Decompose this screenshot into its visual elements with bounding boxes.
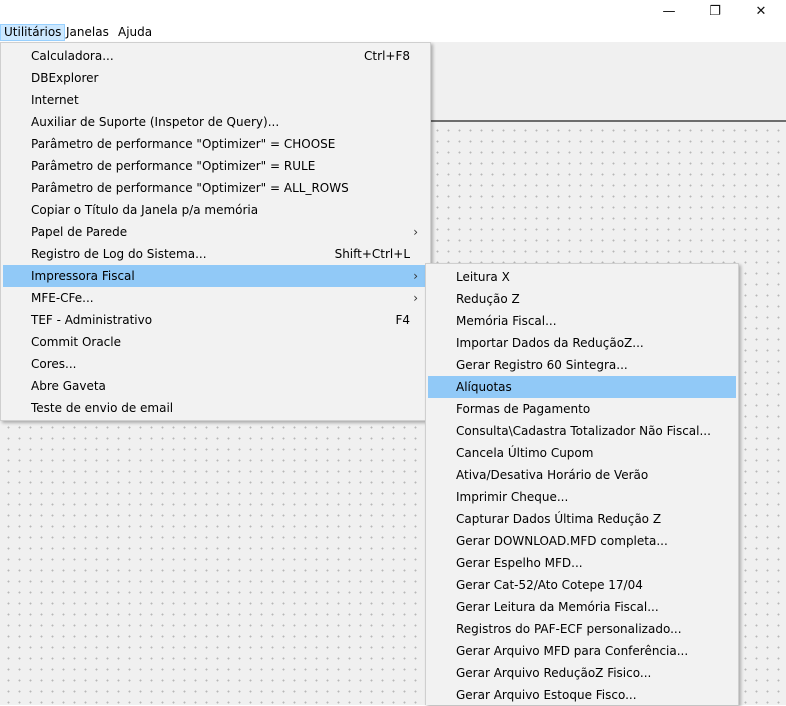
- menu-item-dbexplorer[interactable]: DBExplorer: [3, 67, 428, 89]
- submenu-item-label: Imprimir Cheque...: [456, 490, 569, 504]
- submenu-item-capturar-dados-ultima-reducao-z[interactable]: Capturar Dados Última Redução Z: [428, 508, 736, 530]
- utilitarios-menu: Calculadora... Ctrl+F8 DBExplorer Internet A…: [0, 42, 431, 421]
- submenu-item-label: Gerar DOWNLOAD.MFD completa...: [456, 534, 668, 548]
- submenu-item-imprimir-cheque[interactable]: Imprimir Cheque...: [428, 486, 736, 508]
- restore-icon: ❐: [709, 3, 721, 19]
- submenu-item-label: Gerar Espelho MFD...: [456, 556, 583, 570]
- menu-item-label: Copiar o Título da Janela p/a memória: [31, 203, 259, 217]
- menu-item-label: Abre Gaveta: [31, 379, 106, 393]
- menu-item-label: Commit Oracle: [31, 335, 121, 349]
- submenu-item-label: Cancela Último Cupom: [456, 446, 594, 460]
- submenu-arrow-icon: ›: [413, 291, 418, 305]
- submenu-item-aliquotas[interactable]: Alíquotas: [428, 376, 736, 398]
- menu-item-commit-oracle[interactable]: Commit Oracle: [3, 331, 428, 353]
- menu-item-label: MFE-CFe...: [31, 291, 94, 305]
- submenu-item-label: Ativa/Desativa Horário de Verão: [456, 468, 649, 482]
- submenu-item-gerar-registro-60-sintegra[interactable]: Gerar Registro 60 Sintegra...: [428, 354, 736, 376]
- menu-item-label: Parâmetro de performance "Optimizer" = A…: [31, 181, 349, 195]
- submenu-item-gerar-download-mfd-completa[interactable]: Gerar DOWNLOAD.MFD completa...: [428, 530, 736, 552]
- submenu-item-registros-do-paf-ecf-personalizado[interactable]: Registros do PAF-ECF personalizado...: [428, 618, 736, 640]
- submenu-item-label: Memória Fiscal...: [456, 314, 557, 328]
- menu-item-label: Internet: [31, 93, 79, 107]
- submenu-item-leitura-x[interactable]: Leitura X: [428, 266, 736, 288]
- menu-item-label: Parâmetro de performance "Optimizer" = R…: [31, 159, 316, 173]
- submenu-item-label: Consulta\Cadastra Totalizador Não Fiscal…: [456, 424, 711, 438]
- restore-button[interactable]: ❐: [692, 0, 738, 22]
- submenu-item-label: Registros do PAF-ECF personalizado...: [456, 622, 682, 636]
- menu-item-calculadora[interactable]: Calculadora... Ctrl+F8: [3, 45, 428, 67]
- menu-item-label: Papel de Parede: [31, 225, 128, 239]
- submenu-item-label: Alíquotas: [456, 380, 512, 394]
- submenu-item-gerar-arquivo-reducaoz-fisico[interactable]: Gerar Arquivo ReduçãoZ Fisico...: [428, 662, 736, 684]
- menu-item-shortcut: Shift+Ctrl+L: [334, 247, 410, 261]
- menubar-janelas[interactable]: Janelas: [63, 24, 112, 41]
- submenu-item-cancela-ultimo-cupom[interactable]: Cancela Último Cupom: [428, 442, 736, 464]
- menu-item-label: Teste de envio de email: [31, 401, 174, 415]
- close-icon: ✕: [755, 3, 767, 19]
- menu-item-label: DBExplorer: [31, 71, 99, 85]
- submenu-item-label: Gerar Arquivo MFD para Conferência...: [456, 644, 689, 658]
- submenu-item-formas-de-pagamento[interactable]: Formas de Pagamento: [428, 398, 736, 420]
- submenu-item-gerar-arquivo-mfd-para-conferencia[interactable]: Gerar Arquivo MFD para Conferência...: [428, 640, 736, 662]
- menu-item-internet[interactable]: Internet: [3, 89, 428, 111]
- menubar: Utilitários Janelas Ajuda: [0, 22, 786, 42]
- submenu-item-label: Gerar Leitura da Memória Fiscal...: [456, 600, 659, 614]
- menu-item-parametro-de-performance-optimizer-all-rows[interactable]: Parâmetro de performance "Optimizer" = A…: [3, 177, 428, 199]
- menu-item-mfe-cfe[interactable]: MFE-CFe... ›: [3, 287, 428, 309]
- menu-item-teste-de-envio-de-email[interactable]: Teste de envio de email: [3, 397, 428, 419]
- close-button[interactable]: ✕: [738, 0, 784, 22]
- menubar-janelas-label: Janelas: [66, 25, 109, 39]
- submenu-item-gerar-arquivo-estoque-fisco[interactable]: Gerar Arquivo Estoque Fisco...: [428, 684, 736, 706]
- menu-item-label: Registro de Log do Sistema...: [31, 247, 207, 261]
- menu-item-cores[interactable]: Cores...: [3, 353, 428, 375]
- menu-item-label: Calculadora...: [31, 49, 114, 63]
- impressora-fiscal-submenu: Leitura X Redução Z Memória Fiscal... Impor…: [425, 263, 739, 705]
- menu-item-copiar-o-titulo-da-janela-p-a-memoria[interactable]: Copiar o Título da Janela p/a memória: [3, 199, 428, 221]
- submenu-item-importar-dados-da-reducaoz[interactable]: Importar Dados da ReduçãoZ...: [428, 332, 736, 354]
- menu-item-registro-de-log-do-sistema[interactable]: Registro de Log do Sistema... Shift+Ctrl+…: [3, 243, 428, 265]
- submenu-item-consulta-cadastra-totalizador-nao-fiscal[interactable]: Consulta\Cadastra Totalizador Não Fiscal…: [428, 420, 736, 442]
- menu-item-auxiliar-de-suporte-inspetor-de-query[interactable]: Auxiliar de Suporte (Inspetor de Query).…: [3, 111, 428, 133]
- submenu-item-gerar-cat-52-ato-cotepe-17-04[interactable]: Gerar Cat-52/Ato Cotepe 17/04: [428, 574, 736, 596]
- menu-item-impressora-fiscal[interactable]: Impressora Fiscal ›: [3, 265, 428, 287]
- submenu-item-label: Gerar Registro 60 Sintegra...: [456, 358, 628, 372]
- menu-item-parametro-de-performance-optimizer-choose[interactable]: Parâmetro de performance "Optimizer" = C…: [3, 133, 428, 155]
- menu-item-label: Cores...: [31, 357, 77, 371]
- menu-item-shortcut: F4: [395, 313, 410, 327]
- submenu-item-gerar-espelho-mfd[interactable]: Gerar Espelho MFD...: [428, 552, 736, 574]
- menu-item-abre-gaveta[interactable]: Abre Gaveta: [3, 375, 428, 397]
- submenu-item-label: Formas de Pagamento: [456, 402, 591, 416]
- submenu-item-label: Capturar Dados Última Redução Z: [456, 512, 662, 526]
- menu-item-label: TEF - Administrativo: [31, 313, 153, 327]
- submenu-item-memoria-fiscal[interactable]: Memória Fiscal...: [428, 310, 736, 332]
- menubar-utilitarios[interactable]: Utilitários: [0, 24, 66, 41]
- menubar-ajuda-label: Ajuda: [118, 25, 153, 39]
- submenu-item-label: Gerar Arquivo Estoque Fisco...: [456, 688, 637, 702]
- submenu-item-label: Leitura X: [456, 270, 510, 284]
- menu-item-papel-de-parede[interactable]: Papel de Parede ›: [3, 221, 428, 243]
- menu-item-shortcut: Ctrl+F8: [364, 49, 410, 63]
- submenu-item-reducao-z[interactable]: Redução Z: [428, 288, 736, 310]
- submenu-item-label: Gerar Arquivo ReduçãoZ Fisico...: [456, 666, 652, 680]
- submenu-item-label: Gerar Cat-52/Ato Cotepe 17/04: [456, 578, 643, 592]
- menubar-ajuda[interactable]: Ajuda: [115, 24, 155, 41]
- submenu-arrow-icon: ›: [413, 225, 418, 239]
- submenu-item-label: Importar Dados da ReduçãoZ...: [456, 336, 644, 350]
- menu-item-tef-administrativo[interactable]: TEF - Administrativo F4: [3, 309, 428, 331]
- submenu-item-gerar-leitura-da-memoria-fiscal[interactable]: Gerar Leitura da Memória Fiscal...: [428, 596, 736, 618]
- submenu-arrow-icon: ›: [413, 269, 418, 283]
- menubar-utilitarios-label: Utilitários: [4, 25, 62, 39]
- menu-item-label: Parâmetro de performance "Optimizer" = C…: [31, 137, 336, 151]
- menu-item-label: Auxiliar de Suporte (Inspetor de Query).…: [31, 115, 280, 129]
- menu-item-label: Impressora Fiscal: [31, 269, 135, 283]
- menu-item-parametro-de-performance-optimizer-rule[interactable]: Parâmetro de performance "Optimizer" = R…: [3, 155, 428, 177]
- submenu-item-label: Redução Z: [456, 292, 520, 306]
- minimize-icon: —: [662, 3, 676, 19]
- submenu-item-ativa-desativa-horario-de-verao[interactable]: Ativa/Desativa Horário de Verão: [428, 464, 736, 486]
- minimize-button[interactable]: —: [646, 0, 692, 22]
